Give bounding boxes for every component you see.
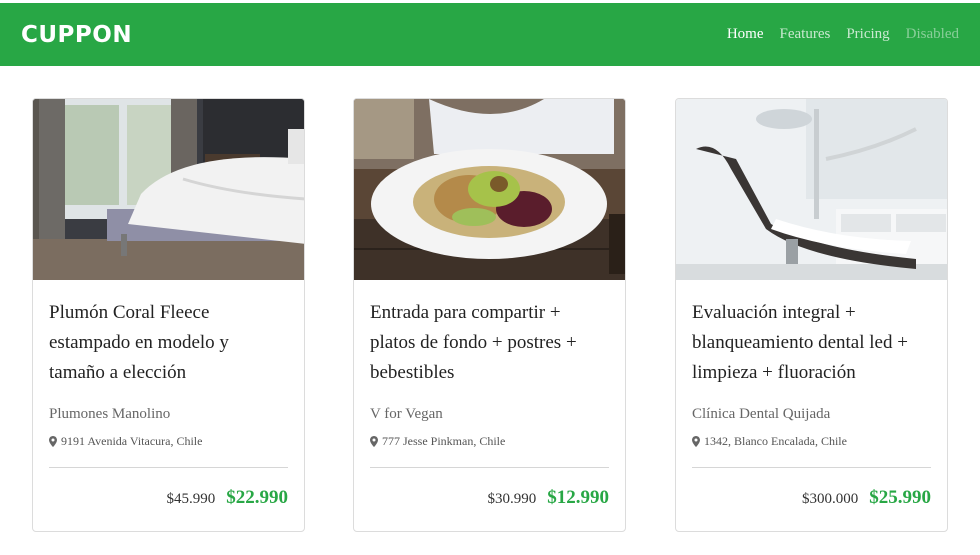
original-price: $300.000 (802, 491, 859, 507)
nav-features[interactable]: Features (780, 26, 831, 43)
map-pin-icon (370, 436, 378, 447)
nav-disabled: Disabled (905, 26, 959, 42)
shop-name: V for Vegan (370, 406, 443, 422)
discount-price: $25.990 (869, 487, 931, 508)
deal-card[interactable]: Plumón Coral Fleece estampado en modelo … (32, 98, 305, 532)
bedroom-bed-photo[interactable] (33, 99, 304, 280)
navbar: CUPPON Home Features Pricing Disabled (0, 3, 980, 66)
divider (692, 467, 931, 468)
address-text: 9191 Avenida Vitacura, Chile (61, 434, 203, 448)
deal-card[interactable]: Entrada para compartir + platos de fondo… (353, 98, 626, 532)
address-text: 1342, Blanco Encalada, Chile (704, 434, 847, 448)
deal-title[interactable]: Entrada para compartir + platos de fondo… (370, 298, 609, 390)
deal-title[interactable]: Plumón Coral Fleece estampado en modelo … (49, 298, 288, 390)
deal-title[interactable]: Evaluación integral + blanqueamiento den… (692, 298, 931, 390)
original-price: $30.990 (487, 491, 537, 507)
map-pin-icon (692, 436, 700, 447)
nav-links: Home Features Pricing Disabled (727, 26, 959, 43)
price-row: $45.990 $22.990 (49, 487, 289, 509)
discount-price: $22.990 (226, 487, 288, 508)
price-row: $30.990 $12.990 (370, 487, 610, 509)
shop-name: Plumones Manolino (49, 406, 171, 422)
address: 777 Jesse Pinkman, Chile (370, 434, 609, 449)
discount-price: $12.990 (547, 487, 609, 508)
salad-plate-photo[interactable] (354, 99, 625, 280)
divider (49, 467, 288, 468)
map-pin-icon (49, 436, 57, 447)
nav-home[interactable]: Home (727, 26, 764, 43)
original-price: $45.990 (166, 491, 216, 507)
shop-name: Clínica Dental Quijada (692, 406, 831, 422)
address: 1342, Blanco Encalada, Chile (692, 434, 931, 449)
card-body: Entrada para compartir + platos de fondo… (354, 280, 625, 509)
nav-pricing[interactable]: Pricing (846, 26, 889, 43)
deal-card[interactable]: Evaluación integral + blanqueamiento den… (675, 98, 948, 532)
dental-chair-photo[interactable] (676, 99, 947, 280)
price-row: $300.000 $25.990 (692, 487, 931, 509)
card-body: Evaluación integral + blanqueamiento den… (676, 280, 947, 509)
address: 9191 Avenida Vitacura, Chile (49, 434, 288, 449)
divider (370, 467, 609, 468)
brand-logo[interactable]: CUPPON (21, 22, 132, 48)
address-text: 777 Jesse Pinkman, Chile (382, 434, 506, 448)
card-body: Plumón Coral Fleece estampado en modelo … (33, 280, 304, 509)
